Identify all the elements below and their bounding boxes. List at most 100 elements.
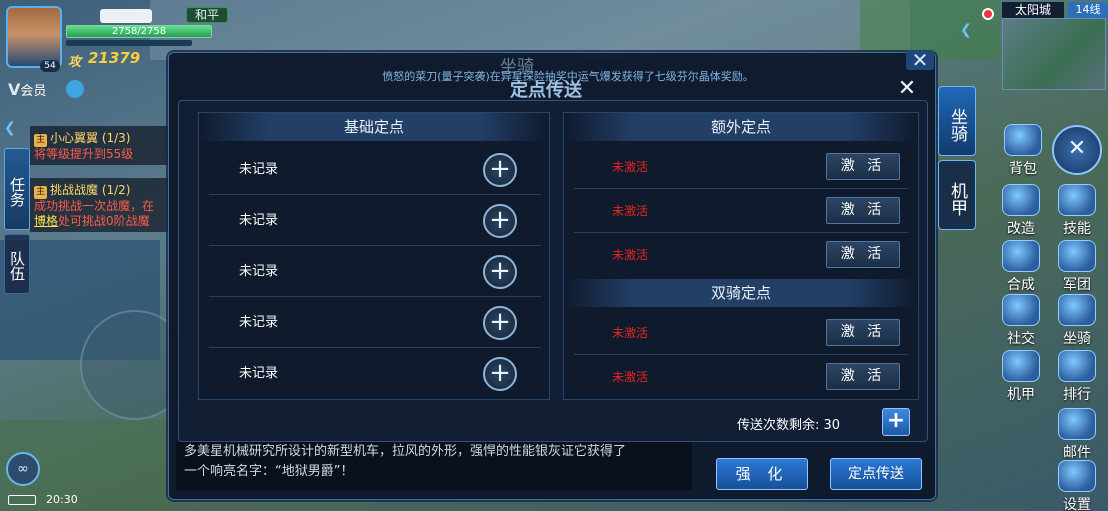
ranking-icon: [1058, 350, 1096, 382]
menu-synthesize[interactable]: 合成: [994, 240, 1048, 294]
modal-title: 定点传送: [510, 80, 582, 101]
player-name-redacted: [100, 9, 152, 23]
menu-mount[interactable]: 坐骑: [1050, 294, 1104, 348]
hp-bar: 2758/2758: [66, 25, 212, 38]
point-status: 未激活: [612, 160, 649, 174]
point-row: 未记录 +: [209, 298, 541, 348]
quest-item[interactable]: 主小心翼翼 (1/3) 将等级提升到55级: [30, 126, 168, 165]
quest-item[interactable]: 主挑战战魔 (1/2) 成功挑战一次战魔，在博格处可挑战0阶战魔: [30, 178, 168, 232]
quest-desc: 成功挑战一次战魔，在博格处可挑战0阶战魔: [34, 199, 164, 229]
menu-label: 合成: [1007, 277, 1035, 293]
menu-social[interactable]: 社交: [994, 294, 1048, 348]
menu-modify[interactable]: 改造: [994, 184, 1048, 238]
add-point-icon[interactable]: +: [483, 153, 517, 187]
teleport-button[interactable]: 定点传送: [830, 458, 922, 490]
social-icon: [1002, 294, 1040, 326]
add-count-button[interactable]: +: [882, 408, 910, 436]
quest-title: 挑战战魔 (1/2): [50, 183, 131, 197]
vip-icon: V: [8, 80, 21, 99]
chat-panel[interactable]: 多美星机械研究所设计的新型机车，拉风的外形，强悍的性能银灰证它获得了 一个响亮名…: [176, 442, 692, 490]
tab-mount[interactable]: 坐骑: [938, 86, 976, 156]
dual-point-row: 未激活 激 活: [574, 355, 908, 399]
menu-label: 邮件: [1063, 445, 1091, 461]
strengthen-button[interactable]: 强 化: [716, 458, 808, 490]
vip-button[interactable]: V会员: [8, 80, 46, 99]
collapse-left-icon[interactable]: ❮: [4, 120, 26, 142]
activate-button[interactable]: 激 活: [826, 363, 900, 390]
point-status: 未记录: [239, 264, 279, 279]
tab-mech[interactable]: 机甲: [938, 160, 976, 230]
pet-icon[interactable]: [66, 80, 84, 98]
extra-point-row: 未激活 激 活: [574, 233, 908, 277]
mount-quick-icon[interactable]: ∞: [6, 452, 40, 486]
collapse-right-icon[interactable]: ❮: [960, 22, 972, 38]
extra-points-panel: 额外定点 未激活激 活 未激活激 活 未激活激 活 双骑定点 未激活激 活 未激…: [563, 112, 919, 400]
activate-button[interactable]: 激 活: [826, 153, 900, 180]
battery-icon: [8, 495, 36, 505]
section-header: 基础定点: [199, 113, 549, 141]
main-quest-icon: 主: [34, 186, 47, 199]
close-icon[interactable]: ✕: [892, 76, 922, 102]
quest-desc-text: 处可挑战0阶战魔: [58, 214, 150, 228]
activate-button[interactable]: 激 活: [826, 197, 900, 224]
tab-task[interactable]: 任务: [4, 148, 30, 230]
extra-point-row: 未激活 激 活: [574, 145, 908, 189]
background-close-icon[interactable]: ✕: [906, 50, 934, 70]
menu-label: 技能: [1063, 221, 1091, 237]
point-status: 未激活: [612, 248, 649, 262]
teleport-count: 传送次数剩余: 30: [737, 418, 841, 433]
modify-icon: [1002, 184, 1040, 216]
point-status: 未记录: [239, 366, 279, 381]
add-point-icon[interactable]: +: [483, 204, 517, 238]
activate-button[interactable]: 激 活: [826, 319, 900, 346]
mech-icon: [1002, 350, 1040, 382]
player-level-badge: 54: [40, 60, 60, 72]
menu-mech[interactable]: 机甲: [994, 350, 1048, 404]
mp-bar: [66, 40, 192, 46]
dual-point-row: 未激活 激 活: [574, 311, 908, 355]
quest-desc: 将等级提升到55级: [34, 147, 134, 161]
mount-icon: [1058, 294, 1096, 326]
menu-mail[interactable]: 邮件: [1050, 408, 1104, 462]
skill-icon: [1058, 184, 1096, 216]
add-point-icon[interactable]: +: [483, 357, 517, 391]
point-status: 未记录: [239, 213, 279, 228]
menu-bag[interactable]: 背包: [996, 124, 1050, 178]
bag-icon: [1004, 124, 1042, 156]
menu-ranking[interactable]: 排行: [1050, 350, 1104, 404]
add-point-icon[interactable]: +: [483, 306, 517, 340]
backdrop-road: [150, 0, 910, 60]
server-line-button[interactable]: 14线: [1068, 2, 1108, 18]
menu-label: 排行: [1063, 387, 1091, 403]
expand-menu-icon[interactable]: ✕: [1052, 125, 1102, 175]
point-status: 未记录: [239, 315, 279, 330]
quest-npc-link[interactable]: 博格: [34, 214, 58, 228]
add-point-icon[interactable]: +: [483, 255, 517, 289]
extra-point-row: 未激活 激 活: [574, 189, 908, 233]
chat-line: 一个响亮名字：“地狱男爵”！: [184, 464, 354, 479]
notification-dot[interactable]: [982, 8, 994, 20]
combat-power: 21379: [88, 49, 141, 67]
menu-skill[interactable]: 技能: [1050, 184, 1104, 238]
menu-label: 背包: [1009, 161, 1037, 177]
menu-legion[interactable]: 军团: [1050, 240, 1104, 294]
point-status: 未激活: [612, 326, 649, 340]
settings-icon: [1058, 460, 1096, 492]
activate-button[interactable]: 激 活: [826, 241, 900, 268]
section-header: 额外定点: [564, 113, 918, 141]
hp-text: 2758/2758: [111, 26, 167, 37]
quest-title: 小心翼翼 (1/3): [50, 131, 131, 145]
player-avatar[interactable]: [6, 6, 62, 68]
basic-points-panel: 基础定点 未记录 + 未记录 + 未记录 + 未记录 + 未记录 +: [198, 112, 550, 400]
minimap[interactable]: [1002, 18, 1106, 90]
map-name: 太阳城: [1002, 2, 1064, 18]
pk-mode-button[interactable]: 和平: [186, 7, 228, 23]
point-row: 未记录 +: [209, 145, 541, 195]
chat-line: 多美星机械研究所设计的新型机车，拉风的外形，强悍的性能银灰证它获得了: [184, 444, 627, 459]
point-row: 未记录 +: [209, 247, 541, 297]
menu-label: 设置: [1063, 497, 1091, 511]
clock: 20:30: [46, 493, 78, 506]
tab-team[interactable]: 队伍: [4, 234, 30, 294]
menu-label: 机甲: [1007, 387, 1035, 403]
menu-settings[interactable]: 设置: [1050, 460, 1104, 511]
